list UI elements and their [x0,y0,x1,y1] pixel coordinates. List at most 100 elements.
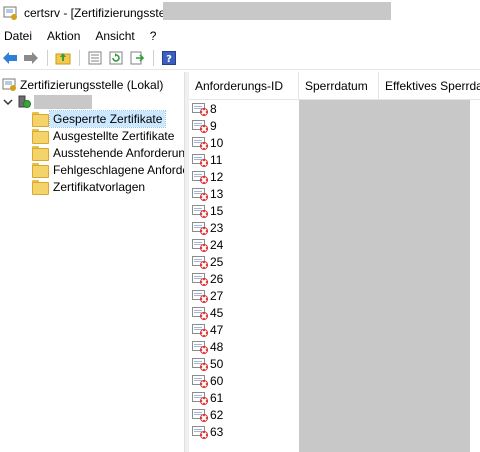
revoked-certificate-icon [192,238,208,252]
refresh-icon[interactable] [106,48,126,68]
request-id: 24 [210,237,224,252]
request-id: 13 [210,186,224,201]
request-id: 26 [210,271,224,286]
toolbar: ? [0,46,480,70]
request-id: 8 [210,101,217,116]
list-row[interactable]: 48 [192,338,223,355]
list-row[interactable]: 50 [192,355,223,372]
list-row[interactable]: 60 [192,372,223,389]
up-folder-icon[interactable] [53,48,73,68]
tree-item-ausstehende-anforderungen[interactable]: Ausstehende Anforderungen [32,144,208,161]
tree-ca-row[interactable] [2,93,92,110]
revoked-certificate-icon [192,323,208,337]
folder-icon [32,163,49,178]
column-header-sperrdatum[interactable]: Sperrdatum [299,72,379,100]
console-tree: Zertifizierungsstelle (Lokal) Gesperrte … [0,72,226,452]
revoked-certificate-icon [192,221,208,235]
result-list: Anforderungs-ID Sperrdatum Effektives Sp… [189,72,480,452]
list-row[interactable]: 62 [192,406,223,423]
redacted-ca-name [34,94,92,109]
tree-item-label: Gesperrte Zertifikate [48,109,167,128]
properties-icon[interactable] [85,48,105,68]
folder-icon [32,129,49,144]
window-title: certsrv - [Zertifizierungsstelle [24,6,178,20]
revoked-certificate-icon [192,170,208,184]
revoked-certificate-icon [192,102,208,116]
tree-item-zertifikatvorlagen[interactable]: Zertifikatvorlagen [32,178,148,195]
list-row[interactable]: 10 [192,134,223,151]
list-row[interactable]: 9 [192,117,217,134]
revoked-certificate-icon [192,306,208,320]
menu-aktion[interactable]: Aktion [42,29,85,43]
tree-item-label: Zertifikatvorlagen [53,179,146,194]
ca-server-icon [16,95,32,109]
request-id: 48 [210,339,224,354]
revoked-certificate-icon [192,289,208,303]
list-row[interactable]: 23 [192,219,223,236]
list-row[interactable]: 11 [192,151,222,168]
revoked-certificate-icon [192,136,208,150]
request-id: 50 [210,356,224,371]
request-id: 63 [210,424,224,439]
menu-ansicht[interactable]: Ansicht [90,29,139,43]
list-row[interactable]: 27 [192,287,223,304]
revoked-certificate-icon [192,357,208,371]
request-id: 11 [210,152,223,167]
tree-item-gesperrte-zertifikate[interactable]: Gesperrte Zertifikate [32,109,167,128]
folder-icon [32,112,49,127]
toolbar-separator [47,49,48,66]
request-id: 60 [210,373,224,388]
export-list-icon[interactable] [127,48,147,68]
list-row[interactable]: 8 [192,100,217,117]
folder-icon [32,180,49,195]
revoked-certificate-icon [192,255,208,269]
list-row[interactable]: 61 [192,389,223,406]
folder-icon [32,146,49,161]
revoked-certificate-icon [192,153,208,167]
request-id: 10 [210,135,224,150]
revoked-certificate-icon [192,425,208,439]
list-row[interactable]: 47 [192,321,223,338]
list-row[interactable]: 12 [192,168,223,185]
list-header: Anforderungs-ID Sperrdatum Effektives Sp… [189,72,480,100]
revoked-certificate-icon [192,204,208,218]
redacted-title-area [163,2,391,20]
svg-text:?: ? [166,54,172,65]
certsrv-app-icon [3,5,19,21]
column-header-effektives-sperrdatum[interactable]: Effektives Sperrdatum [379,72,480,100]
request-id: 23 [210,220,224,235]
revoked-certificate-icon [192,340,208,354]
redacted-columns-area [299,100,470,452]
list-row[interactable]: 15 [192,202,223,219]
forward-icon[interactable] [21,48,41,68]
back-icon[interactable] [0,48,20,68]
title-bar: certsrv - [Zertifizierungsstelle [0,0,480,26]
tree-root-row[interactable]: Zertifizierungsstelle (Lokal) [2,76,166,93]
toolbar-separator [79,49,80,66]
tree-item-label: Ausgestellte Zertifikate [53,128,175,143]
list-row[interactable]: 25 [192,253,223,270]
revoked-certificate-icon [192,374,208,388]
list-row[interactable]: 63 [192,423,223,440]
tree-item-ausgestellte-zertifikate[interactable]: Ausgestellte Zertifikate [32,127,177,144]
chevron-down-icon[interactable] [2,96,14,108]
request-id: 45 [210,305,224,320]
menu-datei[interactable]: Datei [0,29,37,43]
column-header-anforderungs-id[interactable]: Anforderungs-ID [189,72,299,100]
revoked-certificate-icon [192,119,208,133]
request-id: 9 [210,118,217,133]
list-row[interactable]: 26 [192,270,223,287]
help-icon[interactable]: ? [159,48,179,68]
request-id: 12 [210,169,224,184]
request-id: 25 [210,254,224,269]
request-id: 27 [210,288,224,303]
list-row[interactable]: 45 [192,304,223,321]
request-id: 62 [210,407,224,422]
revoked-certificate-icon [192,391,208,405]
list-row[interactable]: 13 [192,185,223,202]
revoked-certificate-icon [192,272,208,286]
list-row[interactable]: 24 [192,236,223,253]
request-id: 61 [210,390,224,405]
tree-root-label: Zertifizierungsstelle (Lokal) [20,77,164,92]
menu-help[interactable]: ? [145,29,162,43]
